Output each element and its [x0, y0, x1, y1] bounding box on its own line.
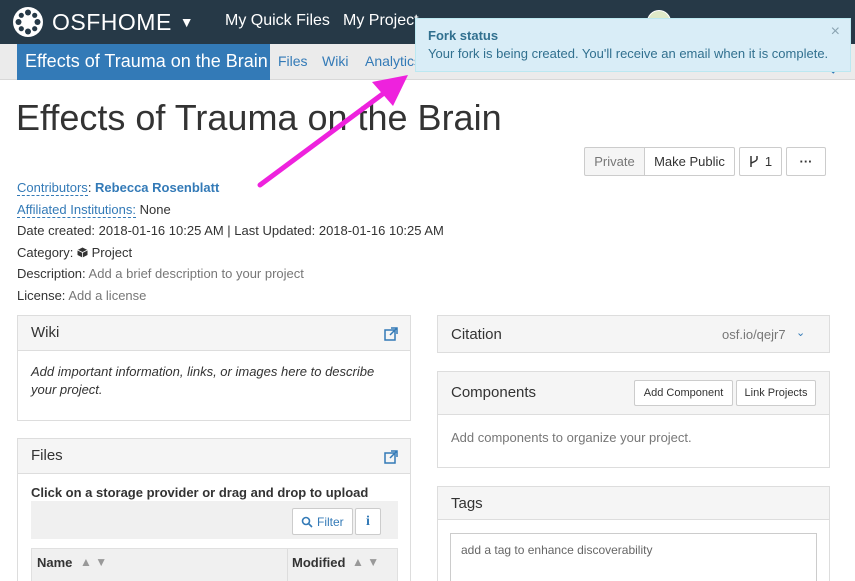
add-component-button[interactable]: Add Component [634, 380, 733, 406]
category-value: Project [91, 245, 133, 260]
fork-button[interactable]: 1 [739, 147, 782, 176]
category-label: Category: [17, 245, 74, 260]
description-editable[interactable]: Add a brief description to your project [89, 266, 304, 281]
tab-analytics[interactable]: Analytics [365, 53, 421, 69]
fork-count: 1 [764, 154, 773, 169]
license-editable[interactable]: Add a license [68, 288, 146, 303]
wiki-panel-header: Wiki [18, 316, 410, 351]
tab-wiki[interactable]: Wiki [322, 53, 348, 69]
tags-panel: Tags add a tag to enhance discoverabilit… [437, 486, 830, 581]
upload-instructions: Click on a storage provider or drag and … [31, 485, 369, 500]
description-label: Description: [17, 266, 86, 281]
external-link-icon[interactable] [384, 450, 398, 464]
make-public-button[interactable]: Make Public [644, 147, 735, 176]
components-panel-header: Components Add Component Link Projects [438, 372, 829, 415]
contributors-row: Contributors: Rebecca Rosenblatt [17, 180, 220, 196]
nav-my-quick-files[interactable]: My Quick Files [225, 12, 330, 30]
description-row: Description: Add a brief description to … [17, 266, 304, 281]
contributor-link[interactable]: Rebecca Rosenblatt [95, 180, 219, 195]
nav-my-projects[interactable]: My Project [343, 12, 419, 30]
tags-title: Tags [451, 495, 483, 512]
private-button[interactable]: Private [584, 147, 645, 176]
components-title: Components [451, 384, 537, 401]
brand-text: OSFHOME [52, 8, 172, 35]
files-panel-title[interactable]: Files [31, 447, 63, 464]
close-icon[interactable]: × [831, 23, 840, 41]
citation-title: Citation [451, 326, 502, 343]
tags-panel-header: Tags [438, 487, 829, 520]
wiki-panel: Wiki Add important information, links, o… [17, 315, 411, 421]
fork-icon [750, 156, 758, 167]
wiki-body: Add important information, links, or ima… [31, 364, 375, 397]
alert-title: Fork status [428, 28, 499, 43]
components-panel: Components Add Component Link Projects A… [437, 371, 830, 468]
osf-home-brand[interactable]: OSFHOME ▼ [12, 6, 194, 38]
files-table-header: Name ▲ ▼ Modified ▲ ▼ [31, 548, 398, 581]
tag-input-placeholder: add a tag to enhance discoverability [461, 543, 653, 557]
alert-message: Your fork is being created. You'll recei… [428, 46, 829, 61]
components-empty-text: Add components to organize your project. [451, 430, 692, 445]
institutions-value: None [139, 202, 171, 217]
institutions-label[interactable]: Affiliated Institutions: [17, 202, 136, 218]
search-icon [301, 516, 313, 528]
files-panel-header: Files [18, 439, 410, 474]
sort-arrows-icon[interactable]: ▲ ▼ [80, 555, 107, 569]
tab-files[interactable]: Files [278, 53, 308, 69]
contributors-label[interactable]: Contributors [17, 180, 88, 196]
filter-button[interactable]: Filter [292, 508, 353, 535]
chevron-down-icon: ▼ [179, 14, 194, 30]
category-row: Category: Project [17, 245, 132, 260]
license-row: License: Add a license [17, 288, 146, 303]
institutions-row: Affiliated Institutions: None [17, 202, 171, 218]
cube-icon [77, 247, 88, 258]
col-name-header[interactable]: Name [37, 555, 72, 570]
col-modified-header[interactable]: Modified [292, 555, 345, 570]
sort-arrows-icon[interactable]: ▲ ▼ [352, 555, 379, 569]
wiki-panel-title[interactable]: Wiki [31, 324, 59, 341]
project-title-link[interactable]: Effects of Trauma on the Brain [17, 44, 270, 80]
citation-panel[interactable]: Citation osf.io/qejr7 ⌄ [437, 315, 830, 353]
fork-status-alert: Fork status Your fork is being created. … [415, 18, 851, 72]
chevron-down-icon: ⌄ [796, 327, 806, 339]
filter-label: Filter [317, 514, 344, 529]
info-button[interactable]: i [355, 508, 381, 535]
tag-input[interactable]: add a tag to enhance discoverability [450, 533, 817, 581]
link-projects-button[interactable]: Link Projects [736, 380, 816, 406]
citation-link: osf.io/qejr7 [722, 327, 786, 342]
dates-row: Date created: 2018-01-16 10:25 AM | Last… [17, 223, 444, 238]
page-title: Effects of Trauma on the Brain [16, 97, 502, 138]
column-divider [287, 549, 288, 581]
files-toolbar: Filter i [31, 501, 398, 539]
external-link-icon[interactable] [384, 327, 398, 341]
more-options-button[interactable]: ··· [786, 147, 826, 176]
files-panel: Files Click on a storage provider or dra… [17, 438, 411, 581]
license-label: License: [17, 288, 66, 303]
osf-logo-icon [13, 7, 43, 37]
